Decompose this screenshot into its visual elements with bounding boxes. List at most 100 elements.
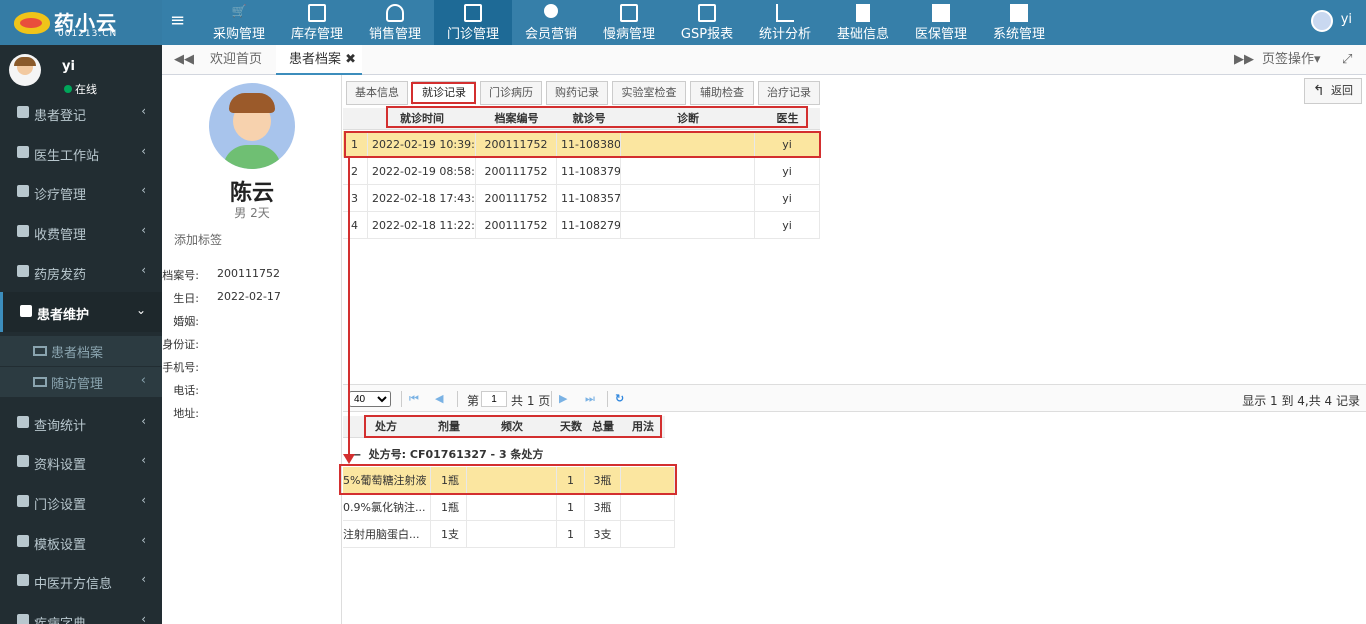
map-icon bbox=[17, 265, 29, 277]
topnav-inventory[interactable]: 库存管理 bbox=[278, 0, 356, 45]
col-usage[interactable]: 用法 bbox=[621, 416, 665, 438]
topnav-outpatient[interactable]: 门诊管理 bbox=[434, 0, 512, 45]
sidebar-item-register[interactable]: 患者登记 ‹ bbox=[0, 93, 162, 133]
chevron-left-icon: ‹ bbox=[141, 612, 146, 624]
table-row[interactable]: 注射用脑蛋白... 1支 1 3支 bbox=[343, 521, 675, 548]
close-icon: ✖ bbox=[345, 52, 357, 67]
sidebar-sub-patient-archive[interactable]: 患者档案 bbox=[0, 336, 162, 366]
chevron-left-icon: ‹ bbox=[141, 263, 146, 277]
prev-page-icon[interactable]: ◀ bbox=[435, 393, 447, 405]
book-icon bbox=[17, 614, 29, 624]
top-navbar: 药小云 001213.CN ≡ 🛒 采购管理 库存管理 销售管理 门诊管理 会员营… bbox=[0, 0, 1366, 45]
col-archive-no[interactable]: 档案编号 bbox=[476, 108, 557, 130]
col-diagnosis[interactable]: 诊断 bbox=[621, 108, 755, 130]
tab-aux-tests[interactable]: 辅助检查 bbox=[690, 81, 754, 105]
logo-mark-icon bbox=[14, 12, 50, 34]
chevron-left-icon: ‹ bbox=[141, 572, 146, 586]
page-size-select[interactable]: 40 bbox=[349, 391, 391, 407]
sidebar-item-clinic-settings[interactable]: 门诊设置 ‹ bbox=[0, 482, 162, 522]
rx-header: 处方 剂量 频次 天数 总量 用法 bbox=[343, 416, 665, 438]
sidebar: yi 在线 患者登记 ‹ 医生工作站 ‹ 诊疗管理 ‹ 收费管理 ‹ 药房发药 ‹ 患者维… bbox=[0, 45, 162, 624]
topnav-chronic[interactable]: 慢病管理 bbox=[590, 0, 668, 45]
chevron-left-icon: ‹ bbox=[140, 373, 146, 388]
tab-outpatient-records[interactable]: 门诊病历 bbox=[480, 81, 542, 105]
topnav-sales[interactable]: 销售管理 bbox=[356, 0, 434, 45]
tab-basic-info[interactable]: 基本信息 bbox=[346, 81, 408, 105]
col-visit-no[interactable]: 就诊号 bbox=[557, 108, 621, 130]
topnav-gsp[interactable]: GSP报表 bbox=[668, 0, 746, 45]
file-icon bbox=[698, 4, 716, 22]
sidebar-item-treatment[interactable]: 诊疗管理 ‹ bbox=[0, 172, 162, 212]
tab-home[interactable]: 欢迎首页 bbox=[202, 45, 270, 75]
table-row[interactable]: 2 2022-02-19 08:58:18 200111752 11-10837… bbox=[343, 158, 820, 185]
sidebar-item-tcm[interactable]: 中医开方信息 ‹ bbox=[0, 561, 162, 601]
col-frequency[interactable]: 频次 bbox=[467, 416, 557, 438]
chevron-left-icon: ‹ bbox=[141, 414, 146, 428]
sidebar-item-patient-maintain[interactable]: 患者维护 ⌄ bbox=[0, 292, 162, 332]
monitor-icon bbox=[33, 346, 47, 356]
tab-prev-icon[interactable]: ◀◀ bbox=[174, 45, 194, 75]
col-dose[interactable]: 剂量 bbox=[431, 416, 467, 438]
next-page-icon[interactable]: ▶ bbox=[559, 393, 571, 405]
table-row[interactable]: 1 2022-02-19 10:39:45 200111752 11-10838… bbox=[343, 131, 820, 158]
sidebar-item-template[interactable]: 模板设置 ‹ bbox=[0, 522, 162, 562]
col-rx[interactable]: 处方 bbox=[365, 416, 431, 438]
topnav-member[interactable]: 会员营销 bbox=[512, 0, 590, 45]
avatar bbox=[9, 54, 41, 86]
page-number-input[interactable] bbox=[481, 391, 507, 407]
sidebar-item-query[interactable]: 查询统计 ‹ bbox=[0, 403, 162, 443]
topnav-insurance[interactable]: 医保管理 bbox=[902, 0, 980, 45]
rx-group-header[interactable]: — 处方号: CF01761327 - 3 条处方 bbox=[350, 446, 543, 462]
table-row[interactable]: 4 2022-02-18 11:22:30 200111752 11-10827… bbox=[343, 212, 820, 239]
medkit-icon bbox=[464, 4, 482, 22]
col-visit-time[interactable]: 就诊时间 bbox=[368, 108, 476, 130]
patient-panel: 陈云 男 2天 添加标签 档案号: 200111752 生日: 2022-02-17… bbox=[162, 75, 342, 624]
tab-patient-archive[interactable]: 患者档案 ✖ bbox=[276, 45, 362, 75]
sidebar-item-data-settings[interactable]: 资料设置 ‹ bbox=[0, 442, 162, 482]
sidebar-item-doctor[interactable]: 医生工作站 ‹ bbox=[0, 133, 162, 173]
col-days[interactable]: 天数 bbox=[557, 416, 585, 438]
back-button[interactable]: 返回 bbox=[1304, 78, 1362, 104]
table-row[interactable]: 5%葡萄糖注射液 1瓶 1 3瓶 bbox=[343, 467, 675, 494]
last-page-icon[interactable]: ⏭ bbox=[585, 393, 597, 405]
fullscreen-icon[interactable]: ⤢ bbox=[1342, 45, 1358, 75]
add-tag-link[interactable]: 添加标签 bbox=[174, 231, 222, 248]
sidebar-item-pharmacy[interactable]: 药房发药 ‹ bbox=[0, 252, 162, 292]
menu-toggle-icon[interactable]: ≡ bbox=[170, 10, 185, 31]
table-row[interactable]: 3 2022-02-18 17:43:46 200111752 11-10835… bbox=[343, 185, 820, 212]
user-menu[interactable]: yi bbox=[1310, 10, 1352, 32]
bar-chart-icon bbox=[776, 4, 794, 22]
book-icon bbox=[856, 4, 870, 22]
topnav-stats[interactable]: 统计分析 bbox=[746, 0, 824, 45]
user-icon bbox=[17, 106, 29, 118]
col-doctor[interactable]: 医生 bbox=[755, 108, 820, 130]
patient-gender-age: 男 2天 bbox=[234, 206, 270, 220]
app-logo[interactable]: 药小云 001213.CN bbox=[0, 0, 162, 45]
windows-icon bbox=[1010, 4, 1028, 22]
phone-icon bbox=[386, 4, 404, 22]
tab-lab-tests[interactable]: 实验室检查 bbox=[612, 81, 686, 105]
col-total[interactable]: 总量 bbox=[585, 416, 621, 438]
tab-visit-records[interactable]: 就诊记录 bbox=[412, 81, 476, 105]
topnav-purchase[interactable]: 🛒 采购管理 bbox=[200, 0, 278, 45]
sidebar-item-charge[interactable]: 收费管理 ‹ bbox=[0, 212, 162, 252]
online-dot-icon bbox=[64, 85, 72, 93]
chevron-left-icon: ‹ bbox=[141, 104, 146, 118]
topnav-system[interactable]: 系统管理 bbox=[980, 0, 1058, 45]
refresh-icon[interactable]: ↻ bbox=[615, 393, 627, 405]
page-ops-dropdown[interactable]: 页签操作▾ bbox=[1262, 45, 1332, 75]
tab-purchase-records[interactable]: 购药记录 bbox=[546, 81, 608, 105]
page-tab-bar: ◀◀ 欢迎首页 患者档案 ✖ ▶▶ 页签操作▾ ⤢ bbox=[162, 45, 1366, 75]
sidebar-user-name: yi bbox=[62, 59, 75, 74]
sidebar-sub-followup[interactable]: 随访管理 ‹ bbox=[0, 367, 162, 397]
topnav-basic[interactable]: 基础信息 bbox=[824, 0, 902, 45]
tab-next-icon[interactable]: ▶▶ bbox=[1234, 45, 1254, 75]
sidebar-item-disease-dict[interactable]: 疾病字典‹ bbox=[0, 601, 162, 624]
monitor-icon bbox=[33, 377, 47, 387]
cart-icon: 🛒 bbox=[231, 4, 247, 18]
first-page-icon[interactable]: ⏮ bbox=[409, 393, 421, 405]
tab-treatment-records[interactable]: 治疗记录 bbox=[758, 81, 820, 105]
user-icon bbox=[20, 305, 32, 317]
sidebar-user-panel: yi 在线 bbox=[0, 45, 162, 99]
table-row[interactable]: 0.9%氯化钠注... 1瓶 1 3瓶 bbox=[343, 494, 675, 521]
